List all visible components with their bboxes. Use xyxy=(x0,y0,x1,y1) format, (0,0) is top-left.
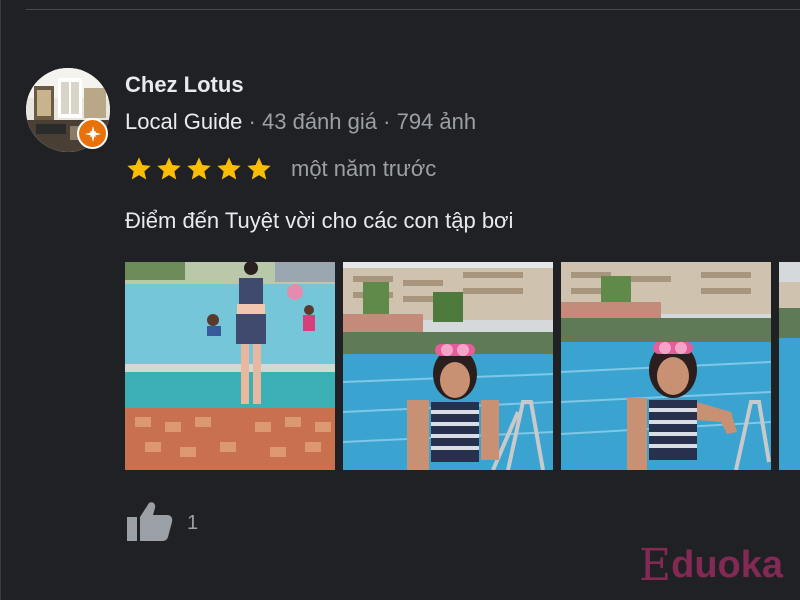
photo-count: 794 ảnh xyxy=(396,109,477,134)
star-icon xyxy=(217,157,241,180)
review-count: 43 đánh giá xyxy=(262,109,377,134)
watermark-logo: E duoka xyxy=(639,540,783,591)
divider xyxy=(26,9,800,10)
like-count: 1 xyxy=(187,511,199,534)
star-rating xyxy=(125,155,273,183)
like-button[interactable]: 1 xyxy=(125,500,198,546)
review-photo[interactable] xyxy=(561,262,771,470)
review-photo[interactable] xyxy=(343,262,553,470)
star-icon xyxy=(247,157,271,180)
watermark-letter: E xyxy=(639,540,672,591)
review-time: một năm trước xyxy=(291,156,437,181)
star-icon xyxy=(157,157,181,180)
thumbs-up-icon xyxy=(125,499,173,548)
rating-row: một năm trước xyxy=(125,154,436,184)
star-icon xyxy=(187,157,211,180)
meta-separator: · xyxy=(248,109,256,134)
reviewer-meta: Local Guide · 43 đánh giá · 794 ảnh xyxy=(125,109,476,135)
local-guide-label: Local Guide xyxy=(125,109,243,134)
review-card: Chez Lotus Local Guide · 43 đánh giá · 7… xyxy=(0,0,800,600)
meta-separator: · xyxy=(383,109,391,134)
local-guide-badge-icon xyxy=(77,118,108,149)
star-icon xyxy=(127,157,151,180)
watermark-text: duoka xyxy=(671,544,784,586)
review-photo[interactable] xyxy=(125,262,335,470)
review-text: Điểm đến Tuyệt vời cho các con tập bơi xyxy=(125,208,514,233)
reviewer-name[interactable]: Chez Lotus xyxy=(125,72,244,98)
review-photo[interactable] xyxy=(779,262,800,470)
